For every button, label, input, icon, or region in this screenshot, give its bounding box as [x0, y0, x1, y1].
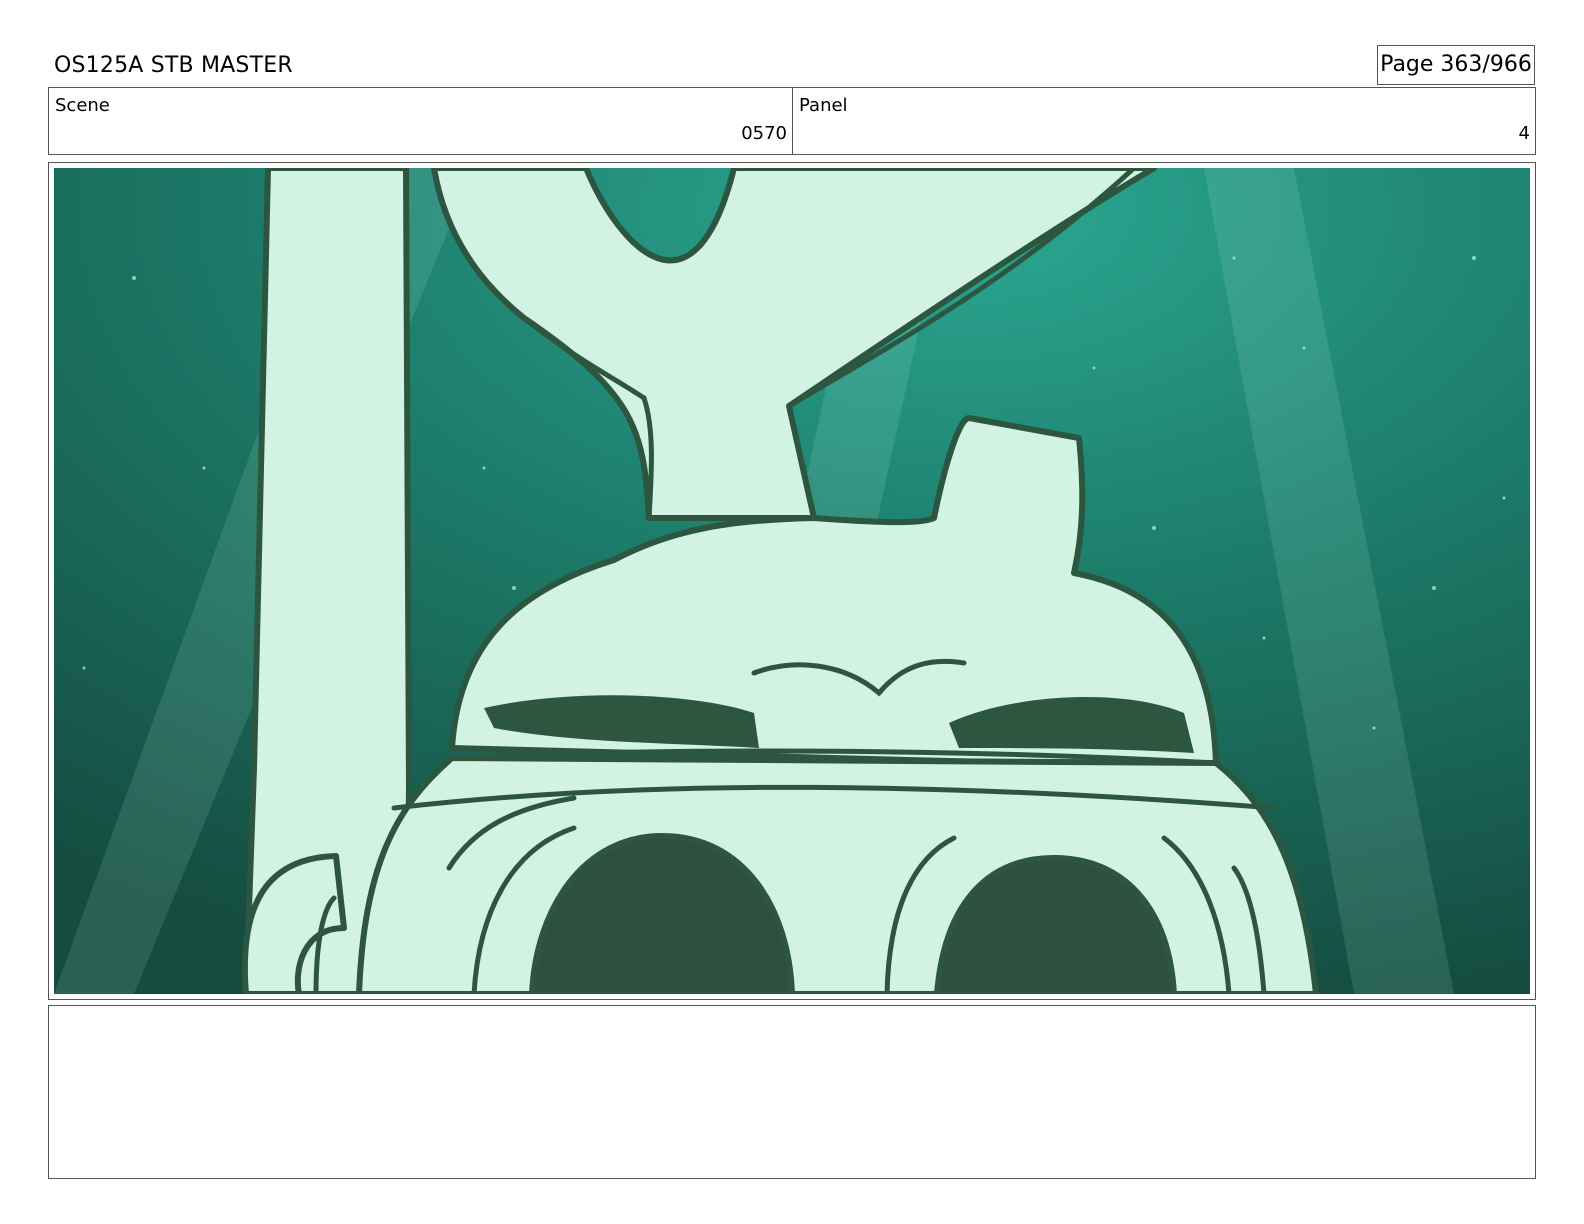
storyboard-drawing	[54, 168, 1530, 994]
panel-cell: Panel 4	[793, 88, 1535, 154]
storyboard-frame	[48, 162, 1536, 1000]
helmet-body	[356, 755, 1319, 994]
scene-panel-info: Scene 0570 Panel 4	[48, 87, 1536, 155]
scene-value: 0570	[741, 123, 787, 144]
scene-cell: Scene 0570	[49, 88, 793, 154]
notes-area	[48, 1005, 1536, 1179]
scene-label: Scene	[55, 95, 110, 116]
panel-value: 4	[1518, 123, 1530, 144]
document-title: OS125A STB MASTER	[54, 53, 293, 78]
panel-label: Panel	[799, 95, 848, 116]
page-number: Page 363/966	[1377, 45, 1535, 85]
